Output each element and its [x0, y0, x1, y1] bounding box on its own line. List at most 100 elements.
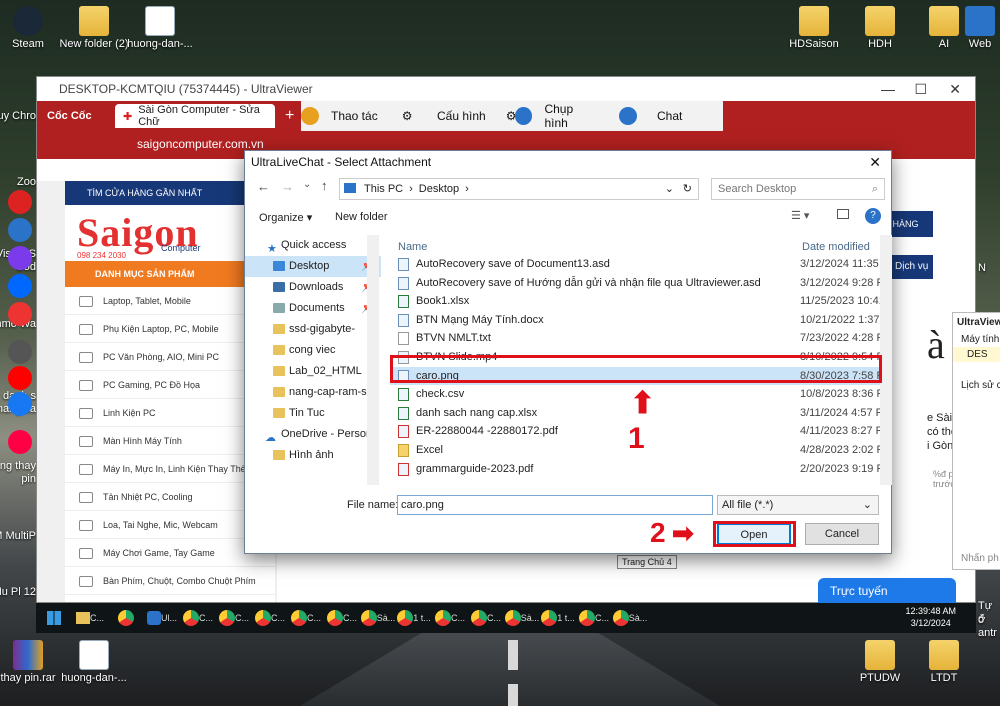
- taskbar-coccoc[interactable]: 1 t...: [396, 605, 432, 631]
- file-row[interactable]: grammarguide-2023.pdf 2/20/2023 9:19 PI: [390, 460, 884, 479]
- search-input[interactable]: Search Desktop ⌕: [711, 178, 885, 200]
- forward-arrow-icon[interactable]: →: [281, 179, 294, 194]
- desktop-icon-new-folder[interactable]: New folder (2): [56, 6, 132, 51]
- shop-icon[interactable]: [8, 430, 32, 454]
- nav-onedrive[interactable]: ☁ OneDrive - Person: [245, 424, 381, 445]
- taskbar-coccoc[interactable]: C...: [576, 605, 612, 631]
- file-row[interactable]: BTN Mạng Máy Tính.docx 10/21/2022 1:37: [390, 311, 884, 330]
- step-number-1: 1: [628, 422, 645, 455]
- taskbar-chrome[interactable]: [108, 605, 144, 631]
- taskbar-coccoc[interactable]: C...: [216, 605, 252, 631]
- facebook-icon[interactable]: [8, 392, 32, 416]
- file-row[interactable]: AutoRecovery save of Document13.asd 3/12/…: [390, 255, 884, 274]
- gear-icon: [301, 107, 319, 125]
- taskbar-coccoc[interactable]: C...: [252, 605, 288, 631]
- file-row[interactable]: AutoRecovery save of Hướng dẫn gửi và nh…: [390, 274, 884, 293]
- nav-downloads[interactable]: Downloads📌: [245, 277, 381, 298]
- nav-folder[interactable]: nang-cap-ram-s: [245, 382, 381, 403]
- preview-pane-icon[interactable]: [837, 209, 849, 219]
- settings-icon: ⚙: [401, 109, 413, 123]
- taskbar-coccoc[interactable]: 1 t...: [540, 605, 576, 631]
- taskbar-coccoc[interactable]: C...: [180, 605, 216, 631]
- chat-input[interactable]: Nhấn ph: [961, 553, 999, 564]
- taskbar-coccoc[interactable]: C...: [288, 605, 324, 631]
- filetype-select[interactable]: All file (*.*) ⌄: [717, 495, 879, 515]
- chevron-down-icon[interactable]: ⌄: [665, 179, 674, 199]
- taskbar-coccoc[interactable]: C...: [432, 605, 468, 631]
- chevron-down-icon: ⌄: [862, 499, 872, 511]
- nav-documents[interactable]: Documents📌: [245, 298, 381, 319]
- coccoc-icon: [541, 610, 558, 626]
- desktop-icon-web[interactable]: Web: [950, 6, 1000, 51]
- new-folder-button[interactable]: New folder: [335, 211, 388, 223]
- folder-icon: [398, 443, 409, 457]
- maximize-icon[interactable]: ☐: [914, 81, 927, 98]
- file-row[interactable]: Book1.xlsx 11/25/2023 10:41: [390, 292, 884, 311]
- back-arrow-icon[interactable]: ←: [257, 179, 270, 194]
- browser-tab[interactable]: ✚ Sài Gòn Computer - Sửa Chữ: [115, 104, 275, 128]
- nav-folder[interactable]: Tin Tuc: [245, 403, 381, 424]
- taskbar-coccoc[interactable]: Sà...: [612, 605, 648, 631]
- start-button[interactable]: [36, 605, 72, 631]
- up-arrow-icon[interactable]: ↑: [321, 178, 328, 193]
- youtube-icon[interactable]: [8, 366, 32, 390]
- downloads-icon: [273, 282, 285, 292]
- nav-folder[interactable]: cong viec: [245, 340, 381, 361]
- nav-quick-access[interactable]: ★ Quick access: [245, 235, 381, 256]
- desktop-icon-hdsaison[interactable]: HDSaison: [776, 6, 852, 51]
- excel-file-icon: [398, 295, 409, 309]
- menu-chat[interactable]: Chat: [613, 101, 723, 131]
- zalo-icon[interactable]: [8, 274, 32, 298]
- desktop-icon-ltdt[interactable]: LTDT: [906, 640, 982, 685]
- taskbar-ultraviewer[interactable]: Ul...: [144, 605, 180, 631]
- web-icon: [965, 6, 995, 36]
- ai-icon[interactable]: [8, 218, 32, 242]
- close-icon[interactable]: ✕: [869, 151, 881, 173]
- highlight-open-button: [713, 521, 796, 547]
- category-item[interactable]: Bàn Phím, Chuột, Combo Chuột Phím: [65, 567, 275, 595]
- chrome-icon: [118, 610, 134, 626]
- minimize-icon[interactable]: —: [881, 81, 895, 97]
- close-icon[interactable]: ✕: [949, 81, 961, 98]
- folder-icon: [273, 345, 285, 355]
- filename-input[interactable]: caro.png: [397, 495, 713, 515]
- file-row[interactable]: BTVN NMLT.txt 7/23/2022 4:28 PI: [390, 329, 884, 348]
- taskbar-coccoc[interactable]: C...: [324, 605, 360, 631]
- nav-scrollbar[interactable]: [367, 235, 379, 485]
- taskbar-clock[interactable]: 12:39:48 AM 3/12/2024: [905, 605, 956, 629]
- coccoc-icon: [434, 610, 451, 626]
- pc-list-item[interactable]: DES: [953, 347, 1000, 362]
- folder-icon: [865, 6, 895, 36]
- messenger-icon[interactable]: [8, 246, 32, 270]
- help-icon[interactable]: ?: [865, 208, 881, 224]
- breadcrumb[interactable]: This PC › Desktop › ⌄ ↻: [339, 178, 699, 200]
- nav-folder[interactable]: Hình ảnh: [245, 445, 381, 466]
- organize-button[interactable]: Organize ▾: [259, 211, 312, 224]
- desktop-icon-huong-dan[interactable]: huong-dan-...: [122, 6, 198, 51]
- taskbar-coccoc[interactable]: C...: [468, 605, 504, 631]
- nav-desktop[interactable]: Desktop📌: [245, 256, 381, 277]
- menu-cau-hinh[interactable]: Cấu hình ⚙: [417, 101, 529, 131]
- refresh-icon[interactable]: ↻: [683, 179, 692, 199]
- menu-chup-hinh[interactable]: Chụp hình⚙: [515, 101, 625, 131]
- image-file-icon: [145, 6, 175, 36]
- column-name[interactable]: Name: [398, 241, 427, 253]
- add-icon[interactable]: [8, 340, 32, 364]
- view-options-icon[interactable]: ☰ ▾: [791, 209, 809, 222]
- taskbar-explorer[interactable]: C...: [72, 605, 108, 631]
- app-icon[interactable]: [8, 302, 32, 326]
- column-date[interactable]: Date modified: [802, 241, 870, 253]
- taskbar-coccoc[interactable]: Sà...: [360, 605, 396, 631]
- history-icon[interactable]: [8, 190, 32, 214]
- desktop-icon-huong-dan-2[interactable]: huong-dan-...: [56, 640, 132, 685]
- new-tab-icon[interactable]: +: [285, 107, 294, 125]
- chevron-down-icon[interactable]: ⌄: [303, 179, 311, 190]
- folder-icon: [273, 324, 285, 334]
- nav-folder[interactable]: Lab_02_HTML: [245, 361, 381, 382]
- menu-thao-tac[interactable]: Thao tác ⚙: [301, 101, 421, 131]
- taskbar-coccoc[interactable]: Sà...: [504, 605, 540, 631]
- chat-online-button[interactable]: Trực tuyến: [818, 578, 956, 604]
- ultraviewer-icon: [146, 611, 161, 625]
- nav-folder[interactable]: ssd-gigabyte-: [245, 319, 381, 340]
- cancel-button[interactable]: Cancel: [805, 523, 879, 545]
